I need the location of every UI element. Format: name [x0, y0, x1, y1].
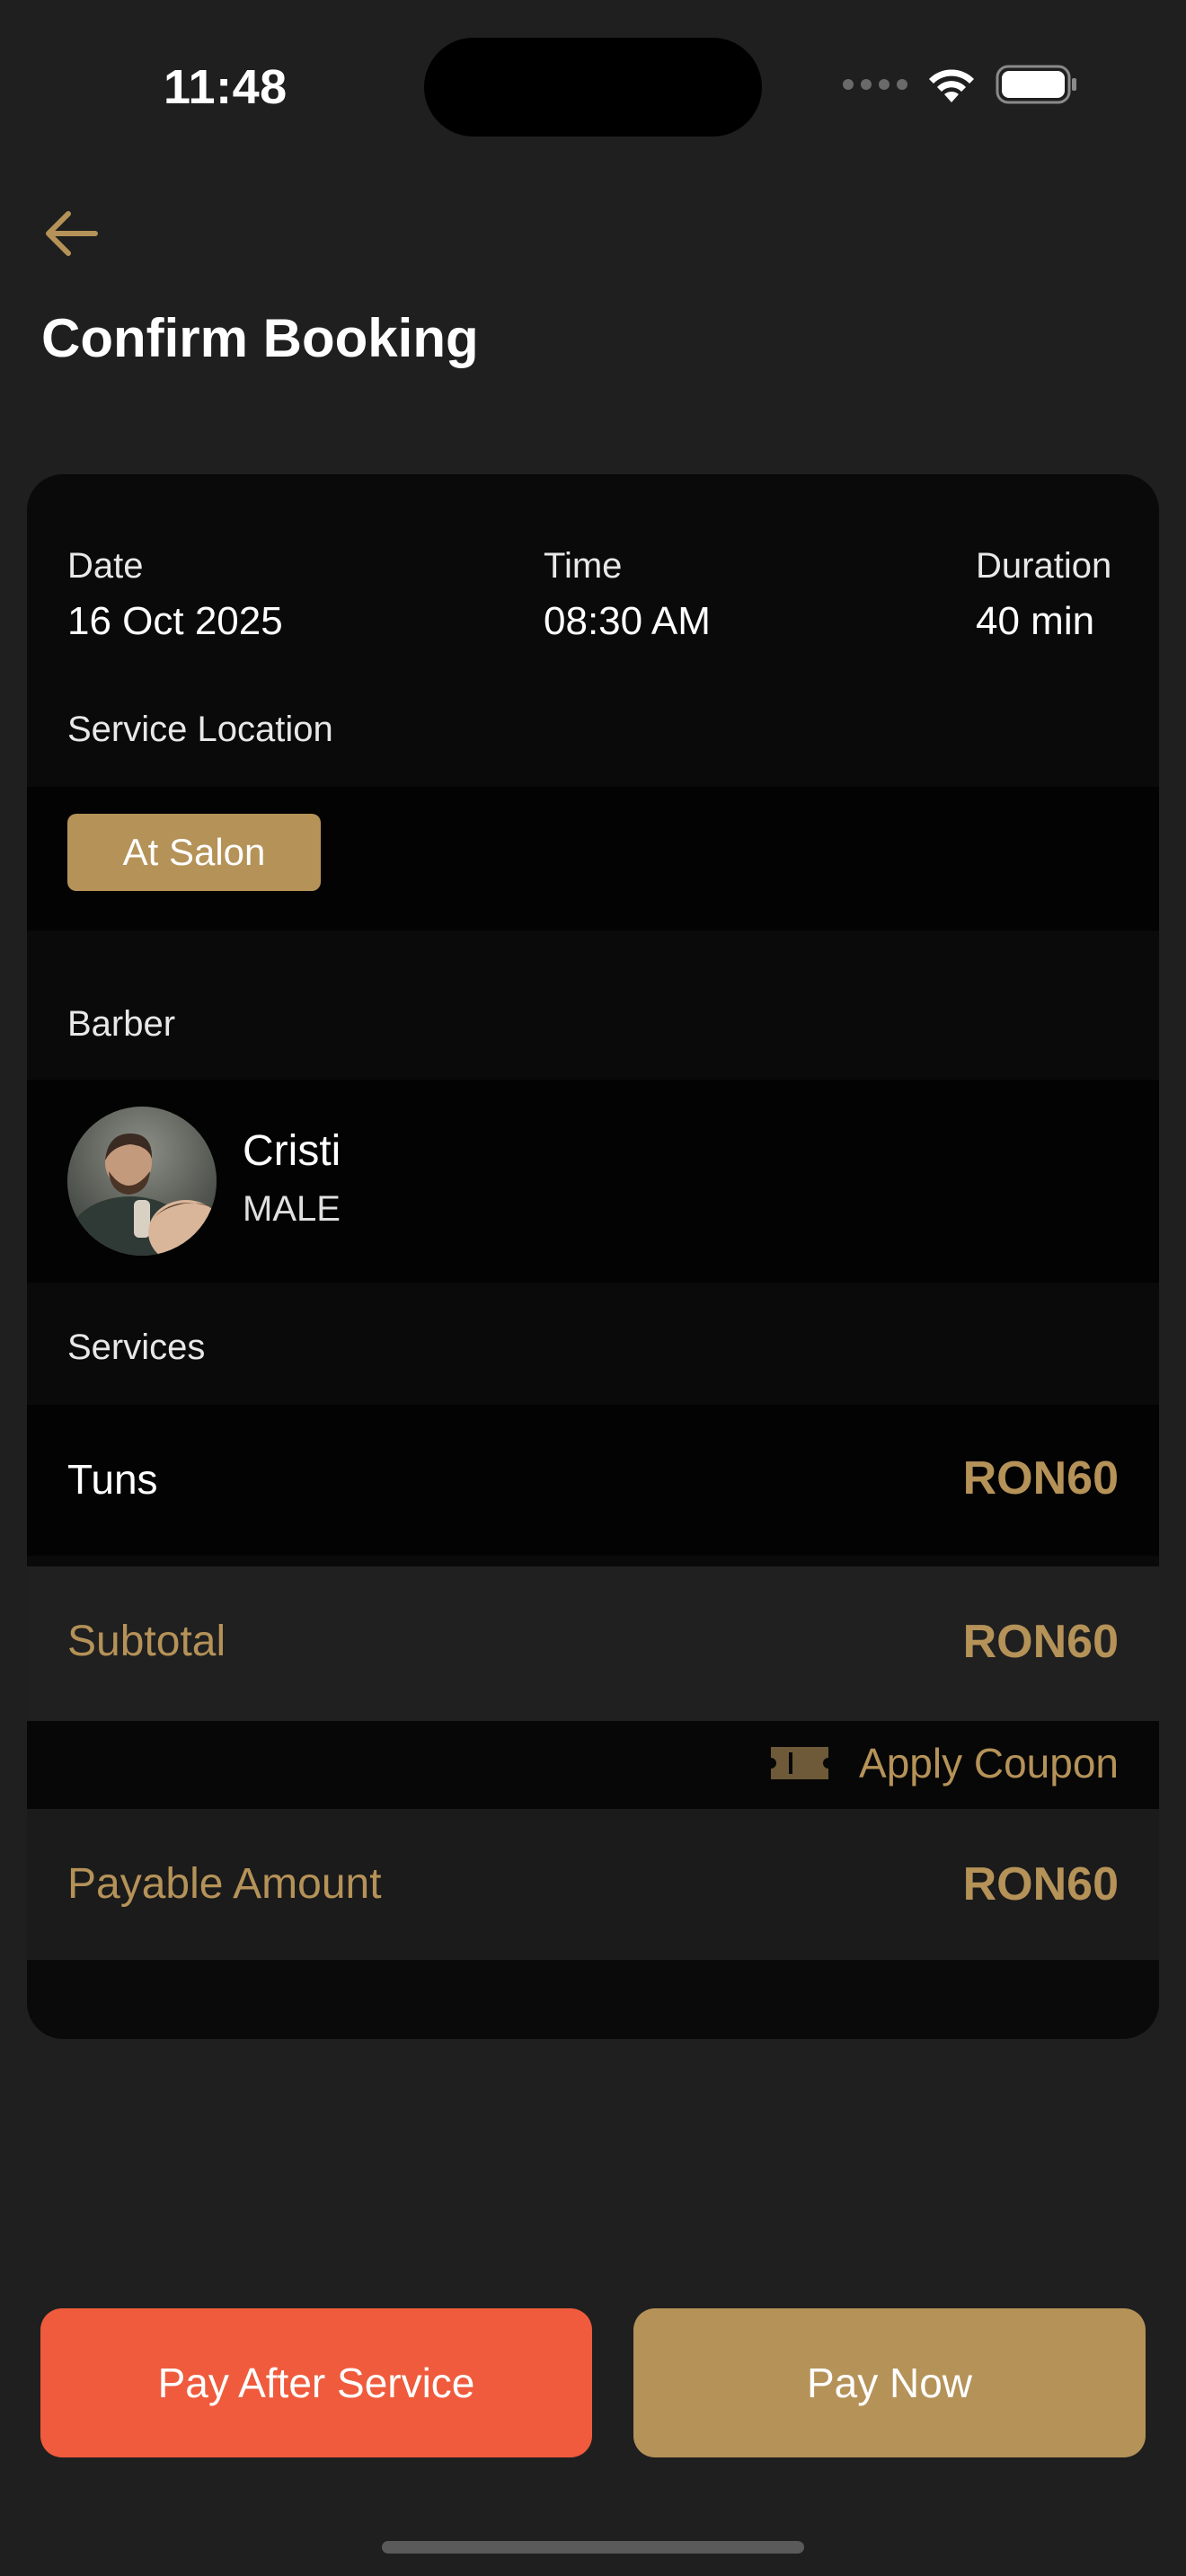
time-value: 08:30 AM	[544, 599, 711, 643]
services-label: Services	[67, 1328, 206, 1367]
pay-after-service-button[interactable]: Pay After Service	[40, 2308, 592, 2457]
date-label: Date	[67, 546, 144, 586]
battery-icon	[996, 65, 1076, 104]
coupon-ticket-icon	[771, 1747, 829, 1779]
wifi-icon	[929, 69, 974, 102]
date-info: Date 16 Oct 2025	[67, 546, 283, 644]
subtotal-row: Subtotal RON60	[27, 1566, 1159, 1721]
barber-name: Cristi	[243, 1127, 341, 1175]
booking-summary-card: Date 16 Oct 2025 Time 08:30 AM Duration …	[27, 474, 1159, 2039]
payable-label: Payable Amount	[67, 1860, 382, 1908]
barber-label: Barber	[67, 1004, 176, 1044]
back-arrow-icon	[46, 211, 98, 256]
status-time: 11:48	[164, 60, 288, 114]
apply-coupon-label: Apply Coupon	[859, 1740, 1119, 1786]
duration-value: 40 min	[976, 599, 1095, 643]
service-location-band: At Salon	[27, 787, 1159, 931]
booking-info-row: Date 16 Oct 2025 Time 08:30 AM Duration …	[27, 546, 1159, 663]
signal-icon	[843, 79, 907, 90]
barber-band[interactable]: Cristi MALE	[27, 1080, 1159, 1283]
apply-coupon-button[interactable]: Apply Coupon	[767, 1739, 1119, 1787]
subtotal-value: RON60	[962, 1616, 1119, 1668]
screen: 11:48 Confirm Booking Date 16 Oct 2025 T…	[0, 0, 1186, 2576]
coupon-row: Apply Coupon	[27, 1721, 1159, 1809]
time-label: Time	[544, 546, 623, 586]
service-name: Tuns	[67, 1456, 158, 1503]
barber-avatar	[67, 1107, 217, 1256]
back-button[interactable]	[36, 205, 104, 262]
home-indicator[interactable]	[382, 2541, 804, 2554]
payable-row: Payable Amount RON60	[27, 1809, 1159, 1960]
duration-info: Duration 40 min	[976, 546, 1111, 644]
status-icons	[843, 65, 1078, 104]
subtotal-label: Subtotal	[67, 1618, 226, 1665]
service-row: Tuns RON60	[27, 1405, 1159, 1556]
date-value: 16 Oct 2025	[67, 599, 283, 643]
payable-value: RON60	[962, 1858, 1119, 1910]
service-price: RON60	[962, 1452, 1119, 1504]
barber-gender: MALE	[243, 1189, 341, 1229]
page-title: Confirm Booking	[41, 308, 479, 368]
dynamic-island	[424, 38, 762, 137]
pay-now-button[interactable]: Pay Now	[633, 2308, 1146, 2457]
duration-label: Duration	[976, 546, 1112, 586]
service-location-label: Service Location	[67, 710, 333, 749]
at-salon-chip[interactable]: At Salon	[67, 814, 321, 891]
time-info: Time 08:30 AM	[544, 546, 711, 644]
